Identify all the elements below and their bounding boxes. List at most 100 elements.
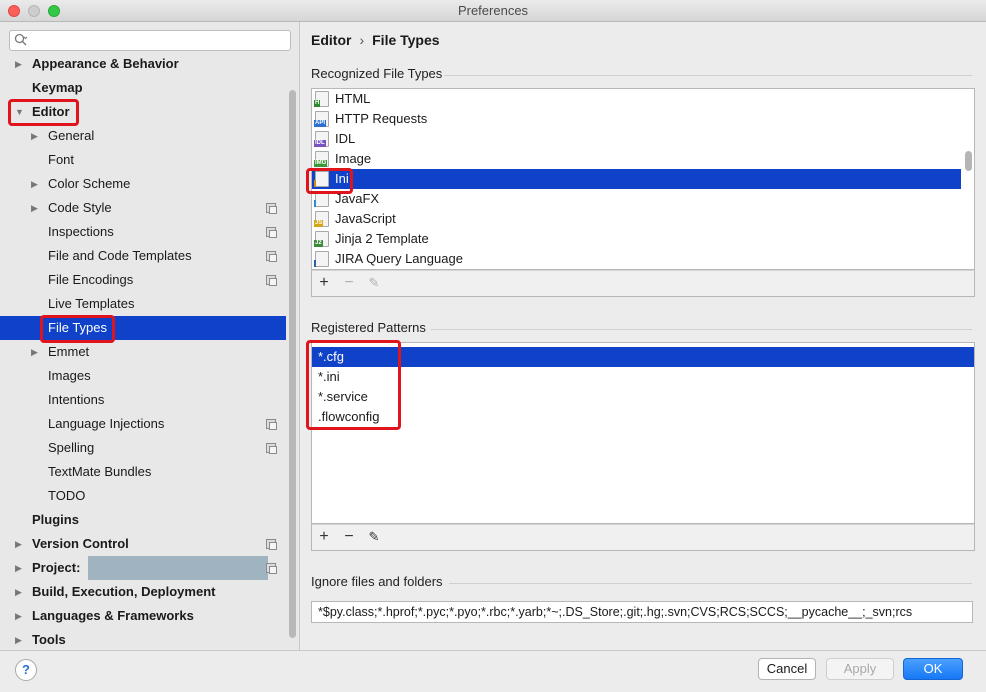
sidebar-item-intentions[interactable]: Intentions	[0, 388, 286, 412]
sidebar-item-images[interactable]: Images	[0, 364, 286, 388]
file-type-label: JavaScript	[335, 211, 396, 226]
sidebar-item-code-style[interactable]: ▶ Code Style	[0, 196, 286, 220]
pattern-row[interactable]: *.service	[312, 387, 974, 407]
sidebar-item-todo[interactable]: TODO	[0, 484, 286, 508]
sidebar-item-build-execution-deployment[interactable]: ▶ Build, Execution, Deployment	[0, 580, 286, 604]
file-type-row[interactable]: JIRA Query Language	[312, 249, 961, 269]
sidebar-item-textmate-bundles[interactable]: TextMate Bundles	[0, 460, 286, 484]
file-types-highlight	[40, 315, 115, 343]
recognized-toolbar: + − ✎	[311, 270, 975, 297]
sidebar-item-label: Build, Execution, Deployment	[32, 584, 216, 599]
collapsed-arrow-icon[interactable]: ▶	[31, 172, 43, 196]
sidebar-item-appearance-behavior[interactable]: ▶ Appearance & Behavior	[0, 52, 286, 76]
sidebar-item-emmet[interactable]: ▶ Emmet	[0, 340, 286, 364]
breadcrumb-separator: ›	[359, 32, 365, 48]
file-type-label: HTML	[335, 91, 371, 106]
collapsed-arrow-icon[interactable]: ▶	[15, 556, 27, 580]
js-file-icon: JS	[314, 211, 329, 227]
sidebar-item-label: Version Control	[32, 536, 129, 551]
file-type-label: HTTP Requests	[335, 111, 428, 126]
breadcrumb-parent: Editor	[311, 32, 352, 48]
sidebar-item-languages-frameworks[interactable]: ▶ Languages & Frameworks	[0, 604, 286, 628]
pattern-row[interactable]: *.cfg	[312, 347, 974, 367]
sidebar-item-file-encodings[interactable]: File Encodings	[0, 268, 286, 292]
sidebar-item-label: Plugins	[32, 512, 79, 527]
collapsed-arrow-icon[interactable]: ▶	[31, 196, 43, 220]
collapsed-arrow-icon[interactable]: ▶	[15, 604, 27, 628]
cancel-button[interactable]: Cancel	[758, 658, 816, 680]
jira-icon	[314, 251, 329, 267]
remove-file-type-button[interactable]: −	[340, 274, 358, 292]
file-type-row[interactable]: API HTTP Requests	[312, 109, 961, 129]
file-icon-badge: J2	[314, 240, 323, 247]
file-type-label: JIRA Query Language	[335, 251, 463, 266]
sidebar-item-font[interactable]: Font	[0, 148, 286, 172]
sidebar-item-label: Color Scheme	[48, 176, 131, 191]
sidebar-item-project[interactable]: ▶ Project:	[0, 556, 286, 580]
sidebar-item-plugins[interactable]: Plugins	[0, 508, 286, 532]
sidebar-item-tools[interactable]: ▶ Tools	[0, 628, 286, 652]
sidebar-item-keymap[interactable]: Keymap	[0, 76, 286, 100]
sidebar-item-label: Font	[48, 152, 75, 167]
image-file-icon: IMG	[314, 151, 329, 167]
settings-search-input[interactable]	[9, 30, 291, 51]
file-type-row[interactable]: IMG Image	[312, 149, 961, 169]
edit-file-type-button[interactable]: ✎	[365, 274, 383, 292]
window-title: Preferences	[457, 3, 529, 18]
sidebar-item-inspections[interactable]: Inspections	[0, 220, 286, 244]
file-type-row[interactable]: J2 Jinja 2 Template	[312, 229, 961, 249]
collapsed-arrow-icon[interactable]: ▶	[31, 124, 43, 148]
edit-pattern-button[interactable]: ✎	[365, 528, 383, 546]
file-types-scrollbar[interactable]	[965, 151, 972, 171]
sidebar-item-version-control[interactable]: ▶ Version Control	[0, 532, 286, 556]
registered-patterns-list[interactable]: *.cfg *.ini *.service .flowconfig	[311, 342, 975, 524]
sidebar-item-file-and-code-templates[interactable]: File and Code Templates	[0, 244, 286, 268]
sidebar-item-label: General	[48, 128, 95, 143]
sidebar-item-label: Emmet	[48, 344, 90, 359]
ini-highlight	[306, 168, 353, 194]
sidebar-item-general[interactable]: ▶ General	[0, 124, 286, 148]
apply-button[interactable]: Apply	[826, 658, 894, 680]
sidebar-item-label: File and Code Templates	[48, 248, 192, 263]
pattern-row[interactable]: .flowconfig	[312, 407, 974, 427]
file-type-row[interactable]: H HTML	[312, 89, 961, 109]
file-icon-badge: IDL	[314, 140, 326, 147]
sidebar-scrollbar[interactable]	[289, 90, 296, 638]
ok-button[interactable]: OK	[903, 658, 963, 680]
add-file-type-button[interactable]: +	[315, 274, 333, 292]
sidebar-item-label: Inspections	[48, 224, 114, 239]
sidebar-item-spelling[interactable]: Spelling	[0, 436, 286, 460]
collapsed-arrow-icon[interactable]: ▶	[15, 532, 27, 556]
pattern-row[interactable]: *.ini	[312, 367, 974, 387]
help-icon[interactable]: ?	[15, 659, 37, 681]
file-icon-badge: IMG	[314, 160, 328, 167]
file-type-row[interactable]: JavaFX	[312, 189, 961, 209]
project-scope-icon	[266, 539, 277, 550]
file-type-row[interactable]: JS JavaScript	[312, 209, 961, 229]
section-divider	[444, 75, 972, 76]
file-types-panel: Editor › File Types Recognized File Types …	[301, 22, 986, 650]
recognized-file-types-list[interactable]: JIRA Query Language J2 Jinja 2 Template JS J…	[311, 88, 975, 270]
file-icon-badge: JS	[314, 220, 324, 227]
project-scope-icon	[266, 275, 277, 286]
patterns-toolbar: + − ✎	[311, 524, 975, 551]
add-pattern-button[interactable]: +	[315, 528, 333, 546]
remove-pattern-button[interactable]: −	[340, 528, 358, 546]
sidebar-item-live-templates[interactable]: Live Templates	[0, 292, 286, 316]
sidebar-item-label: Project:	[32, 560, 81, 575]
collapsed-arrow-icon[interactable]: ▶	[15, 580, 27, 604]
sidebar-item-label: File Encodings	[48, 272, 134, 287]
file-type-row[interactable]: Ini	[312, 169, 961, 189]
html-file-icon: H	[314, 91, 329, 107]
sidebar-item-language-injections[interactable]: Language Injections	[0, 412, 286, 436]
file-type-row[interactable]: IDL IDL	[312, 129, 961, 149]
collapsed-arrow-icon[interactable]: ▶	[15, 628, 27, 652]
section-divider	[431, 329, 972, 330]
file-type-label: IDL	[335, 131, 356, 146]
project-scope-icon	[266, 419, 277, 430]
sidebar-item-color-scheme[interactable]: ▶ Color Scheme	[0, 172, 286, 196]
collapsed-arrow-icon[interactable]: ▶	[15, 52, 27, 76]
ignore-files-input[interactable]: *$py.class;*.hprof;*.pyc;*.pyo;*.rbc;*.y…	[311, 601, 973, 623]
recognized-file-types-title: Recognized File Types	[311, 66, 443, 81]
collapsed-arrow-icon[interactable]: ▶	[31, 340, 43, 364]
